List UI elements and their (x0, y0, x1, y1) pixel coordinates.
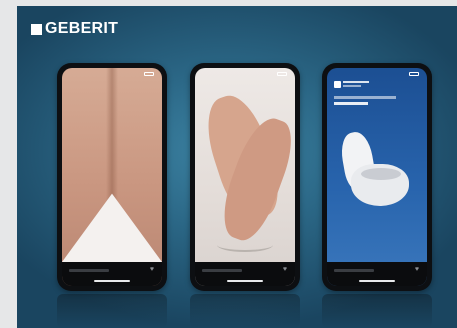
phone-screen: ♥ (195, 68, 295, 286)
heart-icon[interactable]: ♥ (283, 266, 287, 273)
home-indicator (359, 280, 395, 282)
phone-screen: ♥ (62, 68, 162, 286)
home-indicator (227, 280, 263, 282)
story-footer: ♥ (195, 262, 295, 286)
heart-icon[interactable]: ♥ (415, 266, 419, 273)
ad-panel: GEBERIT ♥ ♥ ♥ (17, 6, 457, 328)
seat-outline (217, 238, 273, 252)
message-input[interactable] (334, 269, 374, 272)
battery-icon (144, 72, 154, 76)
phone-mockup-3: ♥ (322, 63, 432, 291)
brand-logo: GEBERIT (31, 21, 118, 37)
phone-reflection (190, 294, 300, 328)
brand-name: GEBERIT (45, 20, 119, 37)
phone-reflection (322, 294, 432, 328)
phone-mockup-1: ♥ (57, 63, 167, 291)
profile-avatar (334, 81, 341, 88)
message-input[interactable] (202, 269, 242, 272)
battery-icon (409, 72, 419, 76)
phone-reflection (57, 294, 167, 328)
heart-icon[interactable]: ♥ (150, 266, 154, 273)
phone-mockup-2: ♥ (190, 63, 300, 291)
logo-square-icon (31, 23, 42, 35)
phone-screen: ♥ (327, 68, 427, 286)
message-input[interactable] (69, 269, 109, 272)
home-indicator (94, 280, 130, 282)
story-footer: ♥ (62, 262, 162, 286)
battery-icon (277, 72, 287, 76)
story-footer: ♥ (327, 262, 427, 286)
